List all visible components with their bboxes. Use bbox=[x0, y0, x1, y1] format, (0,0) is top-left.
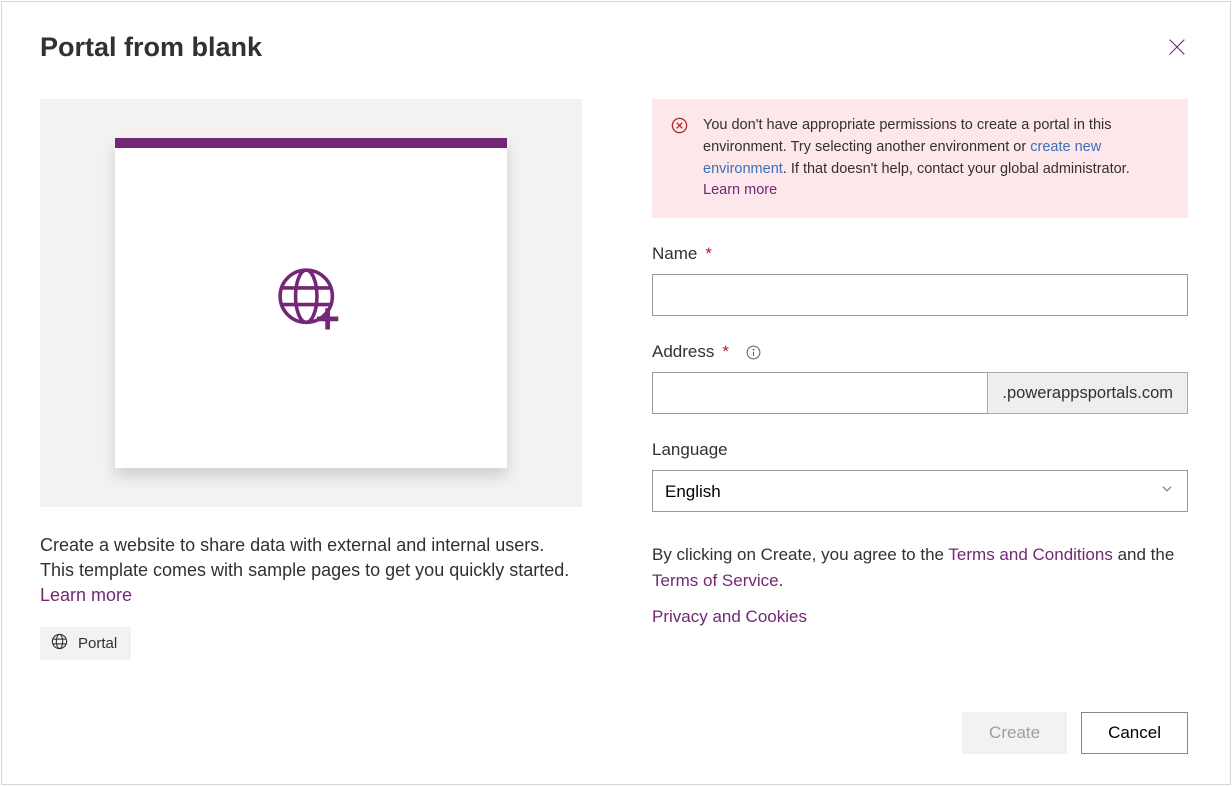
close-icon bbox=[1166, 46, 1188, 61]
form-column: You don't have appropriate permissions t… bbox=[652, 99, 1188, 754]
dialog-container: Portal from blank bbox=[1, 1, 1231, 785]
required-asterisk: * bbox=[705, 244, 712, 264]
description-text: Create a website to share data with exte… bbox=[40, 535, 569, 580]
dialog-title: Portal from blank bbox=[40, 32, 262, 63]
terms-service-link[interactable]: Terms of Service bbox=[652, 571, 779, 590]
info-icon[interactable] bbox=[745, 344, 762, 361]
address-label-text: Address bbox=[652, 342, 714, 362]
globe-plus-icon bbox=[273, 263, 349, 344]
preview-column: Create a website to share data with exte… bbox=[40, 99, 582, 754]
dialog-footer: Create Cancel bbox=[652, 712, 1188, 754]
language-select-wrap: English bbox=[652, 470, 1188, 512]
required-asterisk: * bbox=[722, 342, 729, 362]
legal-text: By clicking on Create, you agree to the … bbox=[652, 542, 1188, 593]
privacy-row: Privacy and Cookies bbox=[652, 607, 1188, 627]
error-circle-icon bbox=[670, 116, 689, 202]
language-label: Language bbox=[652, 440, 1188, 460]
legal-text-1: By clicking on Create, you agree to the bbox=[652, 545, 948, 564]
badge-row: Portal bbox=[40, 627, 582, 660]
portal-badge: Portal bbox=[40, 627, 131, 660]
legal-text-3: . bbox=[779, 571, 784, 590]
preview-topbar bbox=[115, 138, 507, 148]
preview-box bbox=[40, 99, 582, 507]
permission-alert: You don't have appropriate permissions t… bbox=[652, 99, 1188, 218]
name-input[interactable] bbox=[652, 274, 1188, 316]
alert-learn-more-link[interactable]: Learn more bbox=[703, 182, 777, 198]
globe-icon bbox=[50, 632, 69, 655]
close-button[interactable] bbox=[1166, 30, 1188, 61]
template-description: Create a website to share data with exte… bbox=[40, 533, 582, 609]
learn-more-link[interactable]: Learn more bbox=[40, 585, 132, 605]
alert-text-2: . If that doesn't help, contact your glo… bbox=[783, 161, 1130, 177]
name-label: Name * bbox=[652, 244, 1188, 264]
address-field: Address * .powerappsportals.com bbox=[652, 342, 1188, 414]
language-field: Language English bbox=[652, 440, 1188, 512]
privacy-cookies-link[interactable]: Privacy and Cookies bbox=[652, 607, 807, 626]
terms-conditions-link[interactable]: Terms and Conditions bbox=[948, 545, 1112, 564]
name-field: Name * bbox=[652, 244, 1188, 316]
language-label-text: Language bbox=[652, 440, 728, 460]
language-select[interactable]: English bbox=[652, 470, 1188, 512]
cancel-button[interactable]: Cancel bbox=[1081, 712, 1188, 754]
dialog-header: Portal from blank bbox=[40, 30, 1188, 63]
address-input[interactable] bbox=[652, 372, 987, 414]
badge-label: Portal bbox=[78, 635, 117, 652]
address-suffix: .powerappsportals.com bbox=[987, 372, 1188, 414]
alert-text: You don't have appropriate permissions t… bbox=[703, 115, 1170, 202]
address-label: Address * bbox=[652, 342, 1188, 362]
preview-card bbox=[115, 138, 507, 468]
dialog-body: Create a website to share data with exte… bbox=[40, 99, 1188, 754]
address-row: .powerappsportals.com bbox=[652, 372, 1188, 414]
legal-text-2: and the bbox=[1113, 545, 1174, 564]
name-label-text: Name bbox=[652, 244, 697, 264]
create-button[interactable]: Create bbox=[962, 712, 1067, 754]
